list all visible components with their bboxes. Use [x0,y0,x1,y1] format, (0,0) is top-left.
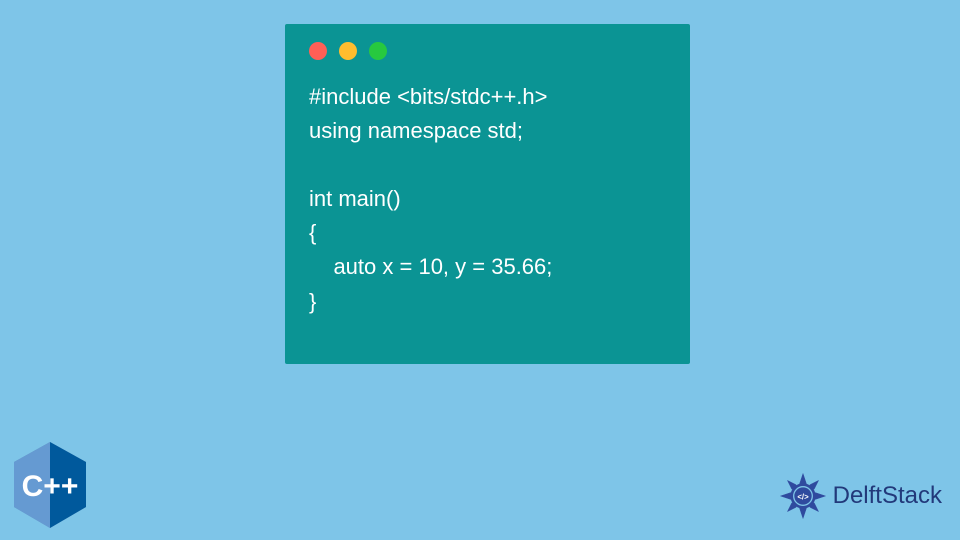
svg-text:</>: </> [797,492,809,501]
code-line: int main() [309,186,401,211]
code-block: #include <bits/stdc++.h> using namespace… [309,80,666,319]
delft-logo: </> DelftStack [777,470,942,522]
window-controls [309,42,666,60]
code-line: using namespace std; [309,118,523,143]
code-line: auto x = 10, y = 35.66; [309,254,552,279]
minimize-dot-icon [339,42,357,60]
delft-star-icon: </> [777,470,829,522]
cpp-badge-icon: C++ [10,440,90,530]
code-line: { [309,220,316,245]
delft-logo-text: DelftStack [833,482,942,510]
code-line: } [309,289,316,314]
close-dot-icon [309,42,327,60]
maximize-dot-icon [369,42,387,60]
code-window: #include <bits/stdc++.h> using namespace… [285,24,690,364]
code-line: #include <bits/stdc++.h> [309,84,548,109]
cpp-badge-label: C++ [22,470,79,503]
